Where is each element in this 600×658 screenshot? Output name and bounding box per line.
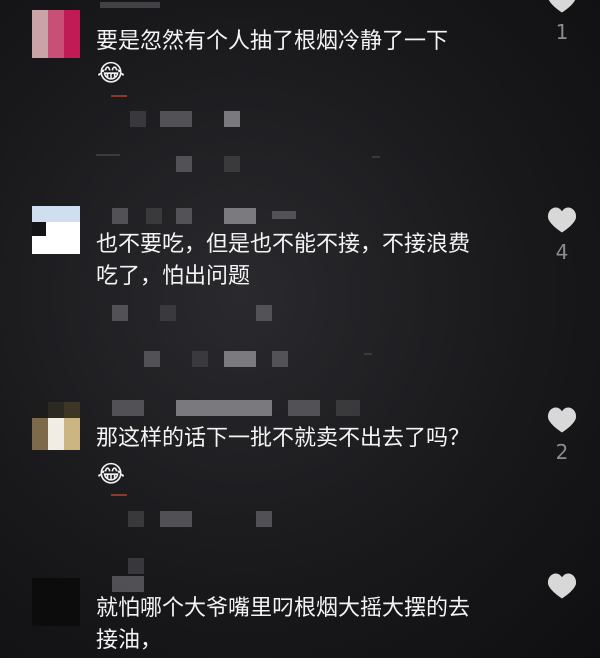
- comment-text: 也不要吃，但是也不能不接，不接浪费 吃了，怕出问题: [96, 232, 471, 289]
- comment-text: 就怕哪个大爷嘴里叼根烟大摇大摆的去 接油，: [96, 596, 471, 653]
- heart-icon[interactable]: [547, 0, 577, 14]
- comment-text: 要是忽然有个人抽了根烟冷静了一下: [96, 29, 449, 54]
- heart-icon[interactable]: [547, 572, 577, 600]
- like-count: 1: [555, 20, 569, 44]
- laughing-emoji-icon: 😂: [97, 59, 126, 87]
- like-area[interactable]: 2: [544, 406, 580, 464]
- comment-text: 那这样的话下一批不就卖不出去了吗？: [96, 426, 471, 451]
- like-count: 4: [555, 240, 569, 264]
- like-area[interactable]: 1: [544, 0, 580, 44]
- like-area[interactable]: 4: [544, 206, 580, 264]
- heart-icon[interactable]: [547, 206, 577, 234]
- laughing-emoji-icon: 😂: [97, 460, 126, 488]
- like-area[interactable]: [544, 572, 580, 606]
- avatar[interactable]: [32, 402, 80, 450]
- heart-icon[interactable]: [547, 406, 577, 434]
- avatar[interactable]: [32, 578, 80, 626]
- like-count: 2: [555, 440, 569, 464]
- avatar[interactable]: [32, 206, 80, 254]
- avatar[interactable]: [32, 10, 80, 58]
